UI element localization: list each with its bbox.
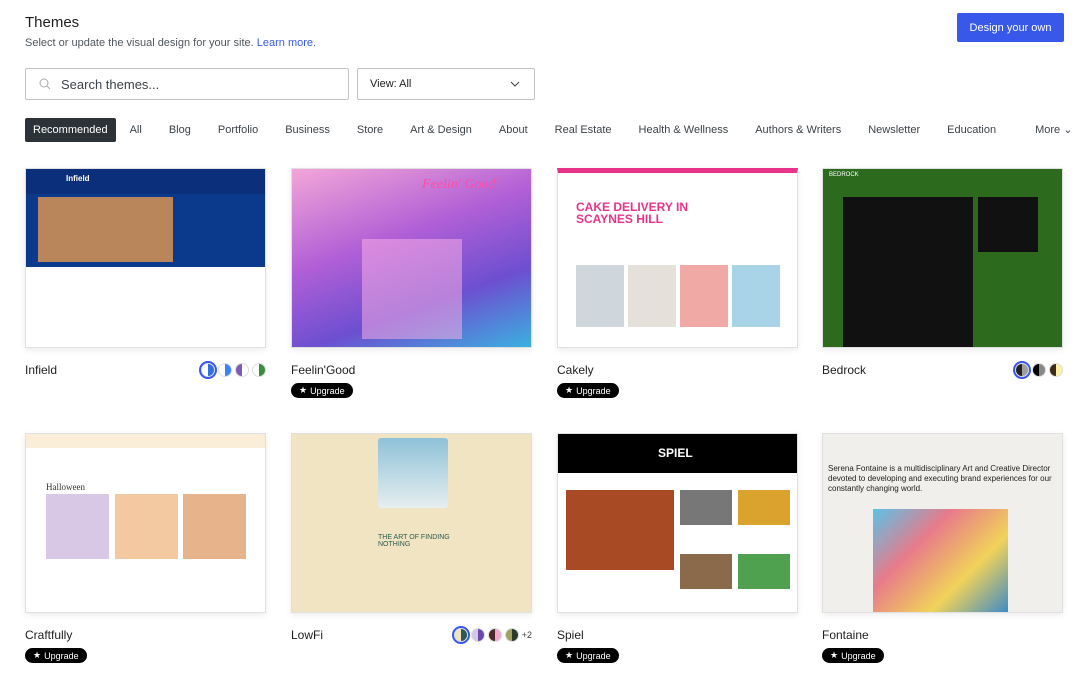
theme-preview[interactable]: Serena Fontaine is a multidisciplinary A… [822,433,1063,613]
style-variations: +2 [451,626,532,644]
preview-text: SPIEL [658,446,693,460]
theme-name: Bedrock [822,363,867,377]
upgrade-badge: ★ Upgrade [557,648,619,663]
tab-recommended[interactable]: Recommended [25,117,116,142]
tab-blog[interactable]: Blog [161,118,199,142]
theme-name: Feelin'Good [291,363,356,377]
theme-preview[interactable]: CAKE DELIVERY IN SCAYNES HILL [557,168,798,348]
design-your-own-button[interactable]: Design your own [957,13,1064,42]
tab-real-estate[interactable]: Real Estate [547,118,620,142]
preview-text: Halloween [46,482,85,492]
tab-more[interactable]: More ⌄ [1027,117,1080,142]
style-variations [199,361,266,379]
tab-health-wellness[interactable]: Health & Wellness [631,118,737,142]
category-tabs: Recommended All Blog Portfolio Business … [25,117,1089,142]
tab-portfolio[interactable]: Portfolio [210,118,266,142]
tab-about[interactable]: About [491,118,536,142]
theme-card[interactable]: Halloween Craftfully ★ Upgrade [25,433,266,663]
preview-text: Infield [66,174,90,183]
theme-name: Infield [25,363,58,377]
theme-preview[interactable]: Infield [25,168,266,348]
theme-card[interactable]: SPIEL Spiel ★ Upgrade [557,433,798,663]
chevron-down-icon [510,81,520,87]
theme-card[interactable]: CAKE DELIVERY IN SCAYNES HILL Cakely ★ Upg… [557,168,798,398]
preview-text: Serena Fontaine is a multidisciplinary A… [828,464,1052,493]
theme-card[interactable]: Serena Fontaine is a multidisciplinary A… [822,433,1063,663]
theme-preview[interactable]: THE ART OF FINDING NOTHING [291,433,532,613]
preview-text: Feelin' Good [422,177,496,192]
star-icon: ★ [565,650,574,660]
preview-text: CAKE DELIVERY IN SCAYNES HILL [576,200,689,226]
style-variation-swatch[interactable] [199,361,217,379]
search-input[interactable] [61,76,321,92]
theme-preview[interactable]: Feelin' Good [291,168,532,348]
theme-card[interactable]: Feelin' Good Feelin'Good ★ Upgrade [291,168,532,398]
preview-text: BEDROCK [829,172,859,178]
upgrade-badge: ★ Upgrade [291,383,353,398]
style-variation-swatch[interactable] [470,628,485,642]
theme-preview[interactable]: BEDROCK [822,168,1063,348]
chevron-down-icon: ⌄ [1063,124,1073,136]
search-box[interactable] [25,68,349,100]
tab-art-design[interactable]: Art & Design [402,118,480,142]
tab-store[interactable]: Store [349,118,391,142]
learn-more-link[interactable]: Learn more. [257,37,316,49]
style-variation-swatch[interactable] [451,626,470,644]
theme-name: Fontaine [822,628,869,642]
style-variation-swatch[interactable] [218,363,232,377]
search-icon [39,78,51,90]
page-subtitle: Select or update the visual design for y… [25,37,317,49]
tab-all[interactable]: All [122,118,150,142]
style-variation-swatch[interactable] [504,628,519,642]
tab-education[interactable]: Education [939,118,1004,142]
theme-card[interactable]: BEDROCK Bedrock [822,168,1063,379]
style-variation-swatch[interactable] [1032,363,1046,377]
tab-newsletter[interactable]: Newsletter [860,118,928,142]
star-icon: ★ [33,650,42,660]
star-icon: ★ [830,650,839,660]
preview-text: THE ART OF FINDING NOTHING [378,534,450,548]
style-variation-swatch[interactable] [235,363,249,377]
more-variations-count: +2 [521,630,532,640]
upgrade-badge: ★ Upgrade [25,648,87,663]
style-variations [1013,361,1063,379]
page-title: Themes [25,14,80,31]
style-variation-swatch[interactable] [1013,361,1031,379]
upgrade-badge: ★ Upgrade [822,648,884,663]
theme-preview[interactable]: SPIEL [557,433,798,613]
theme-name: Spiel [557,628,584,642]
star-icon: ★ [299,385,308,395]
upgrade-badge: ★ Upgrade [557,383,619,398]
style-variation-swatch[interactable] [252,363,266,377]
theme-name: LowFi [291,628,324,642]
theme-card[interactable]: Infield Infield [25,168,266,379]
theme-card[interactable]: THE ART OF FINDING NOTHING LowFi +2 [291,433,532,644]
style-variation-swatch[interactable] [1049,363,1063,377]
view-select[interactable]: View: All [357,68,535,100]
theme-name: Cakely [557,363,594,377]
star-icon: ★ [565,385,574,395]
tab-business[interactable]: Business [277,118,338,142]
theme-preview[interactable]: Halloween [25,433,266,613]
theme-name: Craftfully [25,628,73,642]
style-variation-swatch[interactable] [487,628,502,642]
tab-authors-writers[interactable]: Authors & Writers [747,118,849,142]
